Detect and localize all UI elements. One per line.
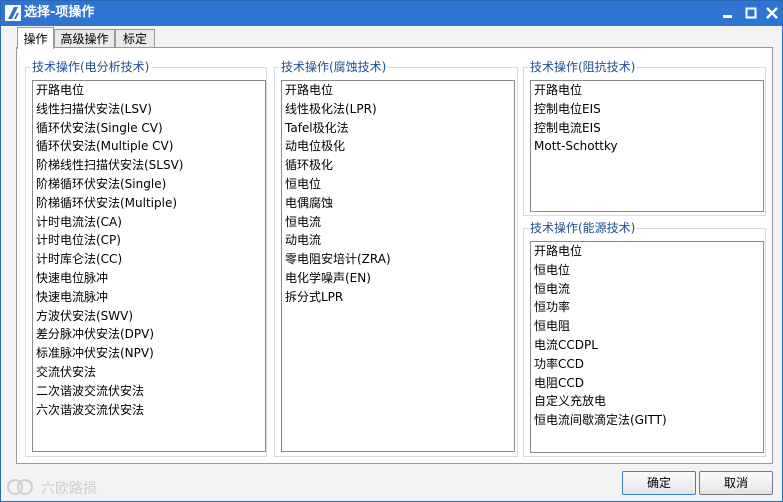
list-item-electroanalysis[interactable]: 阶梯线性扫描伏安法(SLSV) — [33, 156, 265, 175]
list-item-corrosion[interactable]: 线性极化法(LPR) — [282, 100, 514, 119]
list-item-electroanalysis[interactable]: 开路电位 — [33, 81, 265, 100]
group-corrosion-title: 技术操作(腐蚀技术) — [279, 60, 389, 74]
list-item-electroanalysis[interactable]: 线性扫描伏安法(LSV) — [33, 100, 265, 119]
list-item-energy[interactable]: 功率CCD — [531, 355, 763, 374]
list-item-electroanalysis[interactable]: 交流伏安法 — [33, 363, 265, 382]
tab-operations[interactable]: 操作 — [17, 27, 54, 49]
list-item-impedance[interactable]: 控制电位EIS — [531, 100, 763, 119]
list-item-electroanalysis[interactable]: 循环伏安法(Single CV) — [33, 119, 265, 138]
list-item-corrosion[interactable]: 动电位极化 — [282, 137, 514, 156]
list-item-impedance[interactable]: 开路电位 — [531, 81, 763, 100]
app-logo-icon — [5, 5, 21, 21]
list-item-electroanalysis[interactable]: 快速电流脉冲 — [33, 288, 265, 307]
list-item-electroanalysis[interactable]: 差分脉冲伏安法(DPV) — [33, 325, 265, 344]
list-item-energy[interactable]: 电阻CCD — [531, 374, 763, 393]
tab-calibration[interactable]: 标定 — [115, 29, 155, 48]
listbox-energy[interactable]: 开路电位 恒电位 恒电流 恒功率 恒电阻 电流CCDPL 功率CCD 电阻CCD 自定义充放电恒… — [530, 241, 764, 453]
group-corrosion: 技术操作(腐蚀技术) 开路电位 线性极化法(LPR) Tafel极化法 动电位极化 循环… — [274, 60, 518, 457]
list-item-impedance[interactable]: 控制电流EIS — [531, 119, 763, 138]
list-item-energy[interactable]: 恒功率 — [531, 298, 763, 317]
cancel-button[interactable]: 取消 — [699, 471, 773, 495]
list-item-electroanalysis[interactable]: 计时电流法(CA) — [33, 213, 265, 232]
list-item-corrosion[interactable]: 恒电位 — [282, 175, 514, 194]
list-item-corrosion[interactable]: 拆分式LPR — [282, 288, 514, 307]
list-item-corrosion[interactable]: 电化学噪声(EN) — [282, 269, 514, 288]
minimize-icon[interactable] — [719, 4, 737, 22]
list-item-electroanalysis[interactable]: 二次谐波交流伏安法 — [33, 382, 265, 401]
group-impedance: 技术操作(阻抗技术) 开路电位 控制电位EIS 控制电流EIS Mott-Schott… — [523, 60, 766, 216]
ok-button[interactable]: 确定 — [622, 471, 696, 495]
list-item-electroanalysis[interactable]: 计时库仑法(CC) — [33, 250, 265, 269]
list-item-corrosion[interactable]: 恒电流 — [282, 213, 514, 232]
list-item-energy[interactable]: 恒电流 — [531, 280, 763, 299]
tab-advanced-operations[interactable]: 高级操作 — [54, 29, 115, 48]
group-electroanalysis-title: 技术操作(电分析技术) — [30, 60, 152, 74]
list-item-energy[interactable]: 开路电位 — [531, 242, 763, 261]
dialog-window: 选择-项操作 操作 高级操作 标定 技术操作(电分析技术) 开路电位 线性扫描伏安… — [0, 0, 783, 502]
list-item-electroanalysis[interactable]: 六次谐波交流伏安法 — [33, 401, 265, 420]
list-item-electroanalysis[interactable]: 方波伏安法(SWV) — [33, 307, 265, 326]
list-item-electroanalysis[interactable]: 循环伏安法(Multiple CV) — [33, 137, 265, 156]
list-item-energy[interactable]: 恒电阻 — [531, 317, 763, 336]
group-impedance-title: 技术操作(阻抗技术) — [528, 60, 638, 74]
list-item-corrosion[interactable]: 动电流 — [282, 231, 514, 250]
list-item-corrosion[interactable]: Tafel极化法 — [282, 119, 514, 138]
listbox-electroanalysis[interactable]: 开路电位 线性扫描伏安法(LSV) 循环伏安法(Single CV) 循环伏安法(Mu… — [32, 80, 266, 452]
group-electroanalysis: 技术操作(电分析技术) 开路电位 线性扫描伏安法(LSV) 循环伏安法(Single… — [25, 60, 267, 457]
list-item-corrosion[interactable]: 循环极化 — [282, 156, 514, 175]
title-bar[interactable]: 选择-项操作 — [1, 1, 782, 26]
list-item-impedance[interactable]: Mott-Schottky — [531, 137, 763, 156]
list-item-electroanalysis[interactable]: 阶梯循环伏安法(Multiple) — [33, 194, 265, 213]
list-item-energy[interactable]: 恒电流间歇滴定法(GITT) — [531, 411, 763, 430]
group-energy: 技术操作(能源技术) 开路电位 恒电位 恒电流 恒功率 恒电阻 电流CCDPL 功率CCD 电… — [523, 221, 766, 457]
watermark-logo-icon — [7, 479, 33, 495]
list-item-corrosion[interactable]: 零电阻安培计(ZRA) — [282, 250, 514, 269]
list-item-corrosion[interactable]: 开路电位 — [282, 81, 514, 100]
listbox-impedance[interactable]: 开路电位 控制电位EIS 控制电流EIS Mott-Schottky — [530, 80, 764, 212]
watermark-text: 六欧路损 — [41, 481, 97, 497]
list-item-energy[interactable]: 电流CCDPL — [531, 336, 763, 355]
list-item-energy[interactable]: 自定义充放电 — [531, 392, 763, 411]
list-item-electroanalysis[interactable]: 标准脉冲伏安法(NPV) — [33, 344, 265, 363]
listbox-corrosion[interactable]: 开路电位 线性极化法(LPR) Tafel极化法 动电位极化 循环极化 恒电位 电偶腐蚀 恒电… — [281, 80, 515, 452]
window-title: 选择-项操作 — [24, 5, 95, 20]
list-item-electroanalysis[interactable]: 计时电位法(CP) — [33, 231, 265, 250]
close-icon[interactable] — [763, 4, 781, 22]
list-item-electroanalysis[interactable]: 快速电位脉冲 — [33, 269, 265, 288]
group-energy-title: 技术操作(能源技术) — [528, 221, 638, 235]
list-item-energy[interactable]: 恒电位 — [531, 261, 763, 280]
list-item-electroanalysis[interactable]: 阶梯循环伏安法(Single) — [33, 175, 265, 194]
maximize-icon[interactable] — [742, 4, 760, 22]
list-item-corrosion[interactable]: 电偶腐蚀 — [282, 194, 514, 213]
watermark: 六欧路损 — [5, 477, 115, 499]
tab-panel-operations: 技术操作(电分析技术) 开路电位 线性扫描伏安法(LSV) 循环伏安法(Single… — [16, 47, 773, 464]
